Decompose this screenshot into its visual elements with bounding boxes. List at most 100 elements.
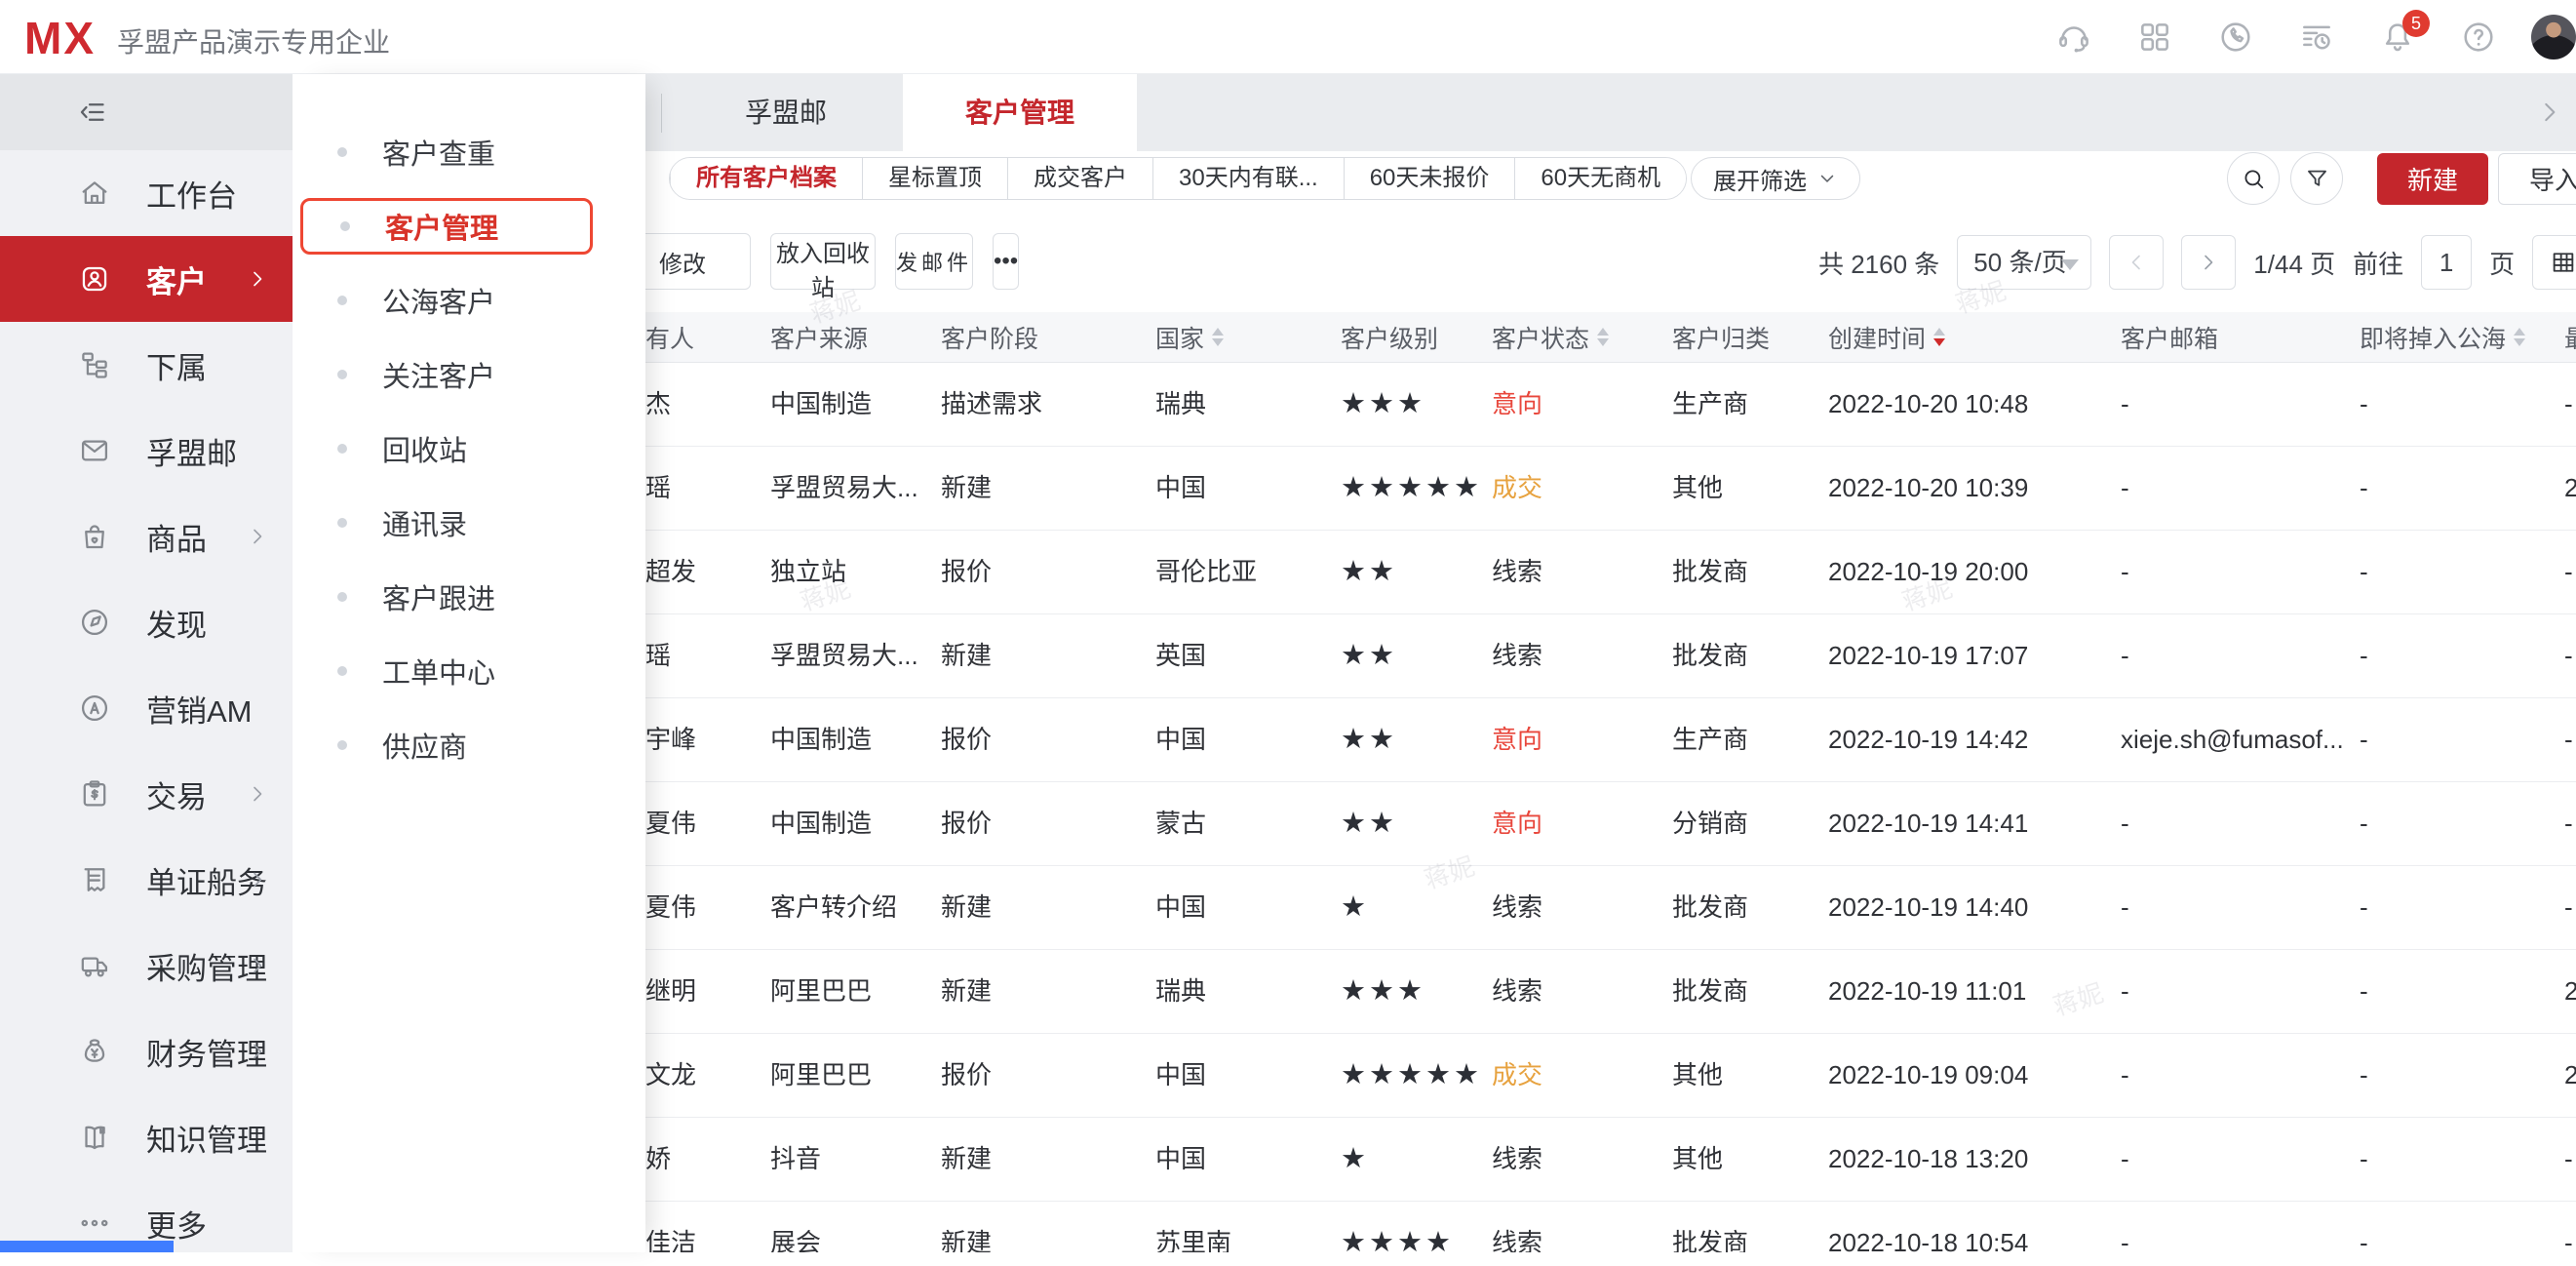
sidebar-item[interactable]: 下属 [0, 322, 293, 408]
column-header[interactable]: 最近 [2564, 312, 2576, 362]
cell-status: 线索 [1492, 866, 1672, 949]
sidebar-item[interactable]: 财务管理 [0, 1009, 293, 1094]
caret-down-icon [2061, 259, 2079, 279]
tab[interactable]: 客户管理 [903, 74, 1137, 151]
sidebar-item[interactable]: 营销AM [0, 665, 293, 751]
flyout-menu-item[interactable]: 通讯录 [293, 486, 645, 560]
flyout-menu-item[interactable]: 供应商 [293, 708, 645, 782]
table-row[interactable]: 超发 独立站 报价 哥伦比亚 ★★ 线索 批发商 2022-10-19 20:0… [645, 531, 2576, 614]
column-header[interactable]: 客户邮箱 [2121, 312, 2360, 362]
cell-email: - [2121, 447, 2360, 530]
cell-source: 阿里巴巴 [770, 950, 941, 1033]
flyout-menu-item[interactable]: 客户管理 [300, 198, 593, 255]
tab-scroll-right-icon[interactable] [2535, 98, 2564, 127]
expand-filter-button[interactable]: 展开筛选 [1691, 157, 1860, 200]
toolbar-button[interactable]: 发邮件 [895, 233, 973, 290]
sidebar-item[interactable]: 孚盟邮 [0, 408, 293, 494]
quick-filter-chip[interactable]: 60天无商机 [1514, 158, 1686, 199]
flyout-menu-item[interactable]: 工单中心 [293, 634, 645, 708]
quick-filter-chip[interactable]: 成交客户 [1007, 158, 1152, 199]
flyout-menu-item[interactable]: 公海客户 [293, 263, 645, 337]
table-row[interactable]: 夏伟 中国制造 报价 蒙古 ★★ 意向 分销商 2022-10-19 14:41… [645, 782, 2576, 866]
sidebar-item[interactable]: 商品 [0, 494, 293, 579]
sort-arrows-icon[interactable] [1597, 328, 1609, 346]
sort-arrows-icon[interactable] [1933, 328, 1945, 346]
search-button[interactable] [2227, 152, 2280, 205]
column-header[interactable]: 创建时间 [1828, 312, 2121, 362]
flyout-item-label: 公海客户 [382, 280, 495, 321]
table-row[interactable]: 杰 中国制造 描述需求 瑞典 ★★★ 意向 生产商 2022-10-20 10:… [645, 363, 2576, 447]
quick-filter-chip[interactable]: 所有客户档案 [670, 158, 862, 199]
cell-created-time: 2022-10-18 13:20 [1828, 1118, 2121, 1201]
bottom-scrollbar-thumb[interactable] [0, 1241, 174, 1252]
table-row[interactable]: 宇峰 中国制造 报价 中国 ★★ 意向 生产商 2022-10-19 14:42… [645, 698, 2576, 782]
cell-country: 英国 [1155, 614, 1341, 697]
table-row[interactable]: 娇 抖音 新建 中国 ★ 线索 其他 2022-10-18 13:20 - - … [645, 1118, 2576, 1202]
apps-grid-button[interactable] [2136, 19, 2173, 56]
import-button[interactable]: 导入 [2498, 153, 2576, 205]
app-logo[interactable]: MX [24, 12, 96, 64]
page-size-select[interactable]: 50 条/页 [1957, 235, 2091, 290]
filter-button[interactable] [2290, 152, 2343, 205]
tab[interactable]: 孚盟邮 [669, 74, 903, 151]
quick-filter-chip[interactable]: 60天未报价 [1344, 158, 1515, 199]
table-row[interactable]: 继明 阿里巴巴 新建 瑞典 ★★★ 线索 批发商 2022-10-19 11:0… [645, 950, 2576, 1034]
notifications-button[interactable]: 5 [2379, 19, 2416, 56]
sidebar-item[interactable]: 交易 [0, 751, 293, 837]
prev-page-button[interactable] [2109, 235, 2164, 290]
table-row[interactable]: 夏伟 客户转介绍 新建 中国 ★ 线索 批发商 2022-10-19 14:40… [645, 866, 2576, 950]
sidebar-item[interactable]: 客户 [0, 236, 293, 322]
cell-created-time: 2022-10-20 10:48 [1828, 363, 2121, 446]
cell-stage: 报价 [941, 1034, 1155, 1117]
column-header[interactable]: 客户归类 [1672, 312, 1828, 362]
sidebar-item[interactable]: 工作台 [0, 150, 293, 236]
sort-arrows-icon[interactable] [2514, 328, 2525, 346]
next-page-button[interactable] [2181, 235, 2236, 290]
sidebar-item[interactable]: 更多 [0, 1180, 293, 1266]
flyout-item-label: 供应商 [382, 725, 467, 766]
table-row[interactable]: 文龙 阿里巴巴 报价 中国 ★★★★★ 成交 其他 2022-10-19 09:… [645, 1034, 2576, 1118]
flyout-menu-item[interactable]: 客户查重 [293, 115, 645, 189]
sidebar-collapse-button[interactable] [0, 74, 293, 150]
column-header[interactable]: 客户级别 [1341, 312, 1492, 362]
flyout-menu-item[interactable]: 回收站 [293, 412, 645, 486]
whatsapp-button[interactable] [2217, 19, 2254, 56]
table-row[interactable]: 瑶 孚盟贸易大... 新建 中国 ★★★★★ 成交 其他 2022-10-20 … [645, 447, 2576, 531]
sidebar-item[interactable]: 知识管理 [0, 1094, 293, 1180]
org-icon [78, 348, 111, 381]
chevD-icon [1816, 168, 1838, 189]
column-header[interactable]: 即将掉入公海 [2360, 312, 2564, 362]
table-row[interactable]: 瑶 孚盟贸易大... 新建 英国 ★★ 线索 批发商 2022-10-19 17… [645, 614, 2576, 698]
column-settings-button[interactable] [2532, 235, 2576, 290]
toolbar-button[interactable]: 放入回收站 [770, 233, 876, 290]
sidebar-item[interactable]: 采购管理 [0, 923, 293, 1009]
column-header[interactable]: 有人 [645, 312, 770, 362]
flyout-menu-item[interactable]: 关注客户 [293, 337, 645, 412]
task-history-button[interactable] [2298, 19, 2335, 56]
column-label: 创建时间 [1828, 320, 1926, 355]
cell-created-time: 2022-10-19 17:07 [1828, 614, 2121, 697]
column-header[interactable]: 国家 [1155, 312, 1341, 362]
page-goto-input[interactable] [2421, 235, 2472, 290]
new-button[interactable]: 新建 [2377, 153, 2488, 205]
cell-country: 瑞典 [1155, 363, 1341, 446]
sidebar-item[interactable]: 单证船务 [0, 837, 293, 923]
headset-button[interactable] [2055, 19, 2092, 56]
quick-filter-chip[interactable]: 30天内有联... [1152, 158, 1344, 199]
open-tabs: 孚盟邮 客户管理 [669, 74, 1137, 151]
sidebar-item[interactable]: 发现 [0, 579, 293, 665]
cell-drop-to-sea: - [2360, 1034, 2564, 1117]
column-header[interactable]: 客户来源 [770, 312, 941, 362]
user-avatar[interactable] [2531, 15, 2576, 59]
cell-country: 中国 [1155, 698, 1341, 781]
help-button[interactable] [2460, 19, 2497, 56]
column-header[interactable]: 客户状态 [1492, 312, 1672, 362]
quick-filter-chip[interactable]: 星标置顶 [862, 158, 1007, 199]
column-header[interactable]: 客户阶段 [941, 312, 1155, 362]
sidebar-item-label: 孚盟邮 [146, 429, 237, 473]
table-row[interactable]: 佳洁 展会 新建 苏里南 ★★★★ 线索 批发商 2022-10-18 10:5… [645, 1202, 2576, 1252]
sort-arrows-icon[interactable] [1212, 328, 1224, 346]
flyout-menu-item[interactable]: 客户跟进 [293, 560, 645, 634]
chevR-icon [246, 525, 269, 548]
toolbar-button[interactable]: ••• [993, 233, 1019, 290]
